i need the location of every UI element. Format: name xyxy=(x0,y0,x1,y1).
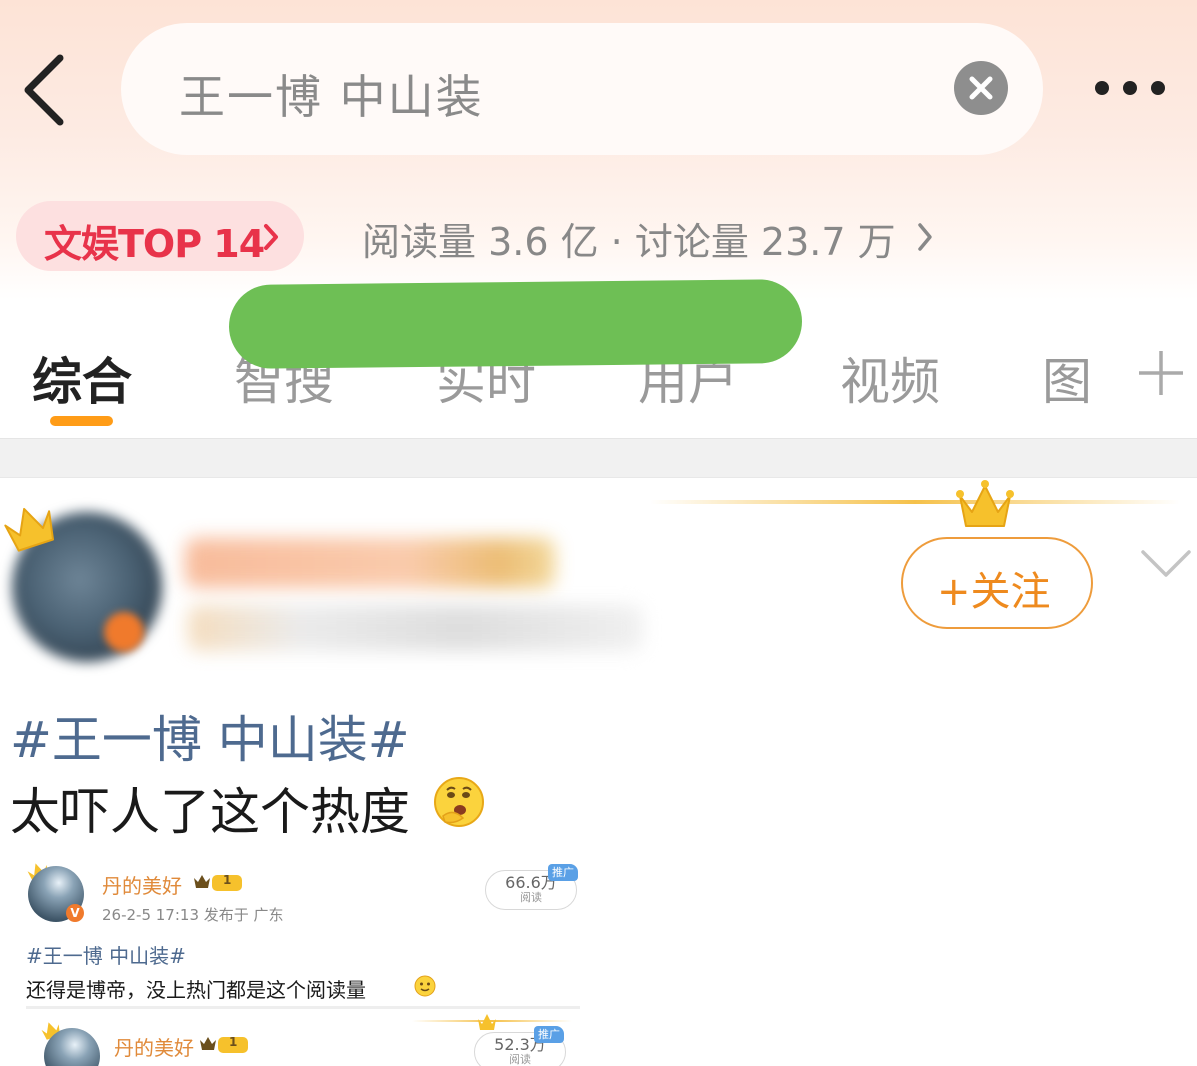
rank-label: 文娱TOP 14 xyxy=(44,222,265,266)
username-blurred[interactable] xyxy=(185,538,555,588)
ad-badge: 推广 xyxy=(548,864,578,881)
clear-icon[interactable] xyxy=(954,61,1008,115)
active-tab-indicator xyxy=(50,416,113,426)
section-divider xyxy=(0,438,1197,478)
crown-icon xyxy=(2,502,58,556)
tab-comprehensive[interactable]: 综合 xyxy=(32,342,132,414)
level-badge: 1 xyxy=(192,872,242,892)
post-meta-blurred xyxy=(188,605,643,651)
redaction-mark xyxy=(228,279,803,369)
topic-stats[interactable]: 阅读量 3.6 亿 · 讨论量 23.7 万 xyxy=(362,211,896,266)
level-badge: 1 xyxy=(198,1034,248,1054)
follow-label: +关注 xyxy=(937,569,1051,615)
embedded-hashtag: #王一博 中山装# xyxy=(26,944,186,968)
level-number: 1 xyxy=(229,1035,238,1049)
chevron-right-icon xyxy=(262,223,280,255)
verified-badge xyxy=(104,612,144,652)
chevron-down-icon[interactable] xyxy=(1140,548,1192,584)
more-icon[interactable] xyxy=(1090,70,1170,106)
post-text: 太吓人了这个热度 xyxy=(10,783,410,841)
decorative-gold-line xyxy=(650,500,1180,504)
back-arrow-icon[interactable] xyxy=(16,52,76,128)
rank-badge[interactable]: 文娱TOP 14 xyxy=(16,201,304,271)
embedded-meta: 26-2-5 17:13 发布于 广东 xyxy=(102,906,284,924)
tab-video[interactable]: 视频 xyxy=(840,342,940,414)
post-hashtag[interactable]: #王一博 中山装# xyxy=(10,700,410,772)
crown-icon xyxy=(954,478,1016,536)
read-label: 阅读 xyxy=(509,1053,531,1066)
search-input[interactable]: 王一博 中山装 xyxy=(121,23,1043,155)
plus-icon[interactable] xyxy=(1136,348,1186,398)
tab-images[interactable]: 图 xyxy=(1042,342,1092,414)
embedded-screenshot: V 丹的美好 1 26-2-5 17:13 发布于 广东 66.6万 阅读 推广… xyxy=(22,858,582,1066)
read-label: 阅读 xyxy=(520,891,542,904)
ad-badge: 推广 xyxy=(534,1026,564,1043)
emoji-icon xyxy=(414,975,436,1001)
level-number: 1 xyxy=(223,873,232,887)
chevron-right-icon xyxy=(916,222,934,256)
embedded-username: 丹的美好 xyxy=(114,1036,194,1060)
follow-button[interactable]: +关注 xyxy=(901,537,1093,629)
emoji-icon xyxy=(433,776,485,832)
embedded-text: 还得是博帝，没上热门都是这个阅读量 xyxy=(26,978,366,1002)
verified-badge: V xyxy=(66,904,84,922)
search-query: 王一博 中山装 xyxy=(179,70,484,124)
embedded-separator xyxy=(26,1006,580,1009)
embedded-username: 丹的美好 xyxy=(102,874,182,898)
